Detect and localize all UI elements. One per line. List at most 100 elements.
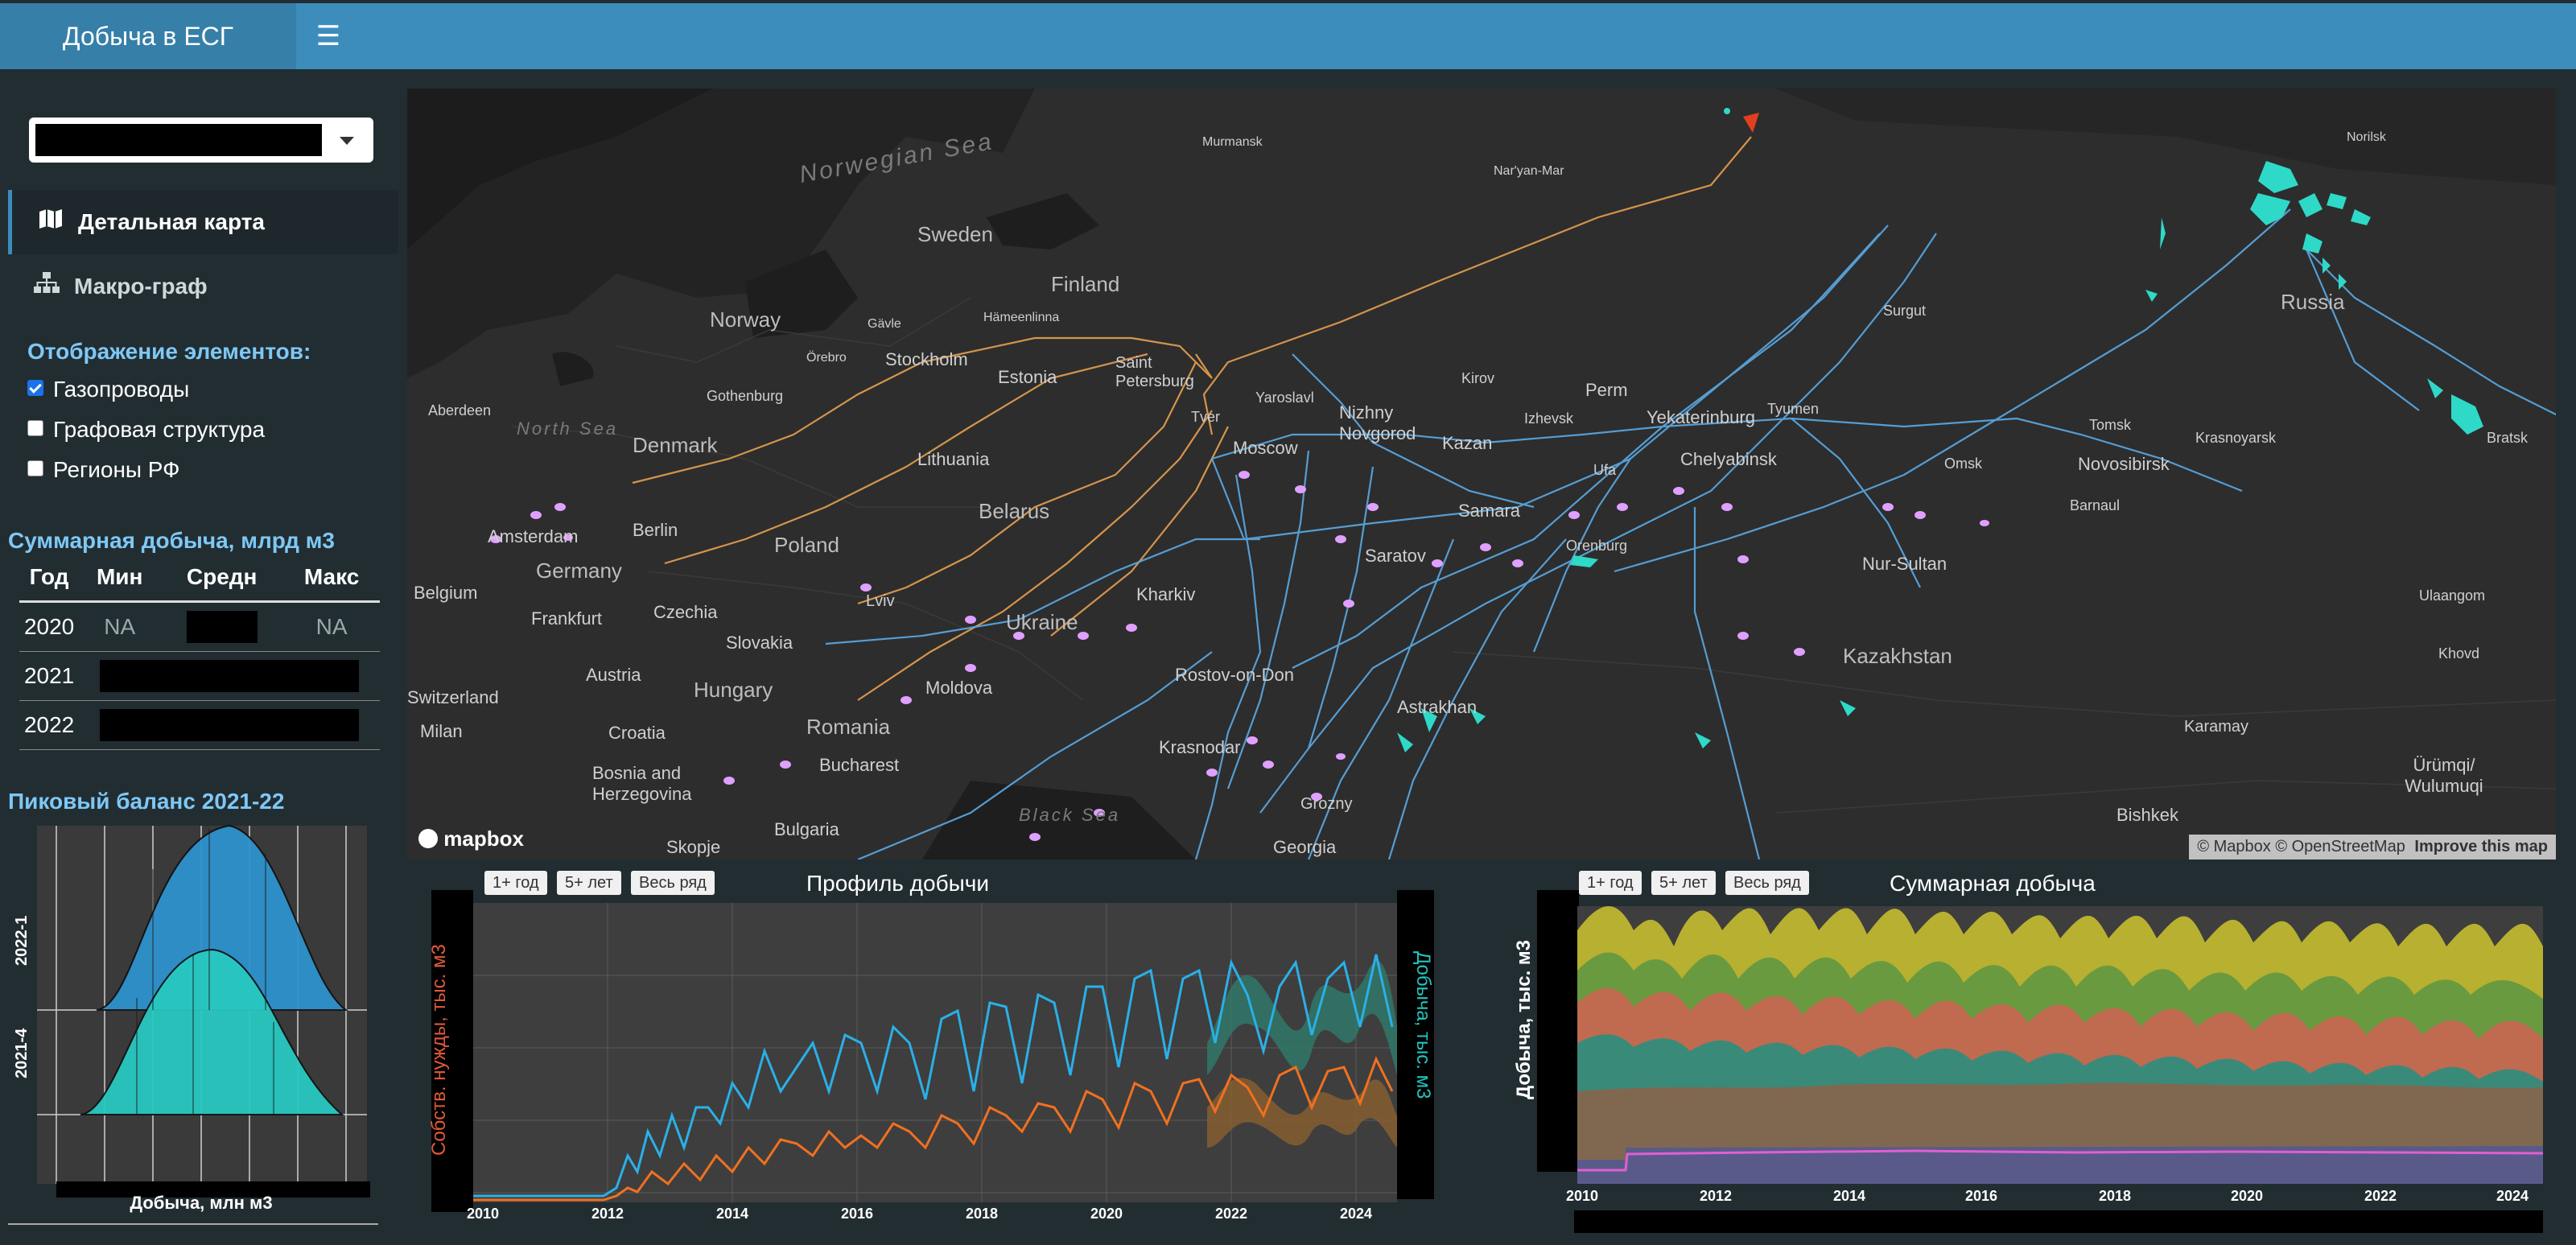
checkbox-checked[interactable] [27,380,43,396]
map-label-city: Tomsk [2089,417,2132,433]
column-header: Мин [79,554,161,603]
sidebar-toggle-icon[interactable]: ☰ [312,3,344,69]
map-label-country: Belarus [979,499,1050,523]
map-label-city: Krasnodar [1159,737,1241,757]
map-label-city: Surgut [1883,303,1927,319]
menu-item-detailed-map[interactable]: Детальная карта [8,190,398,254]
peak-balance-heading: Пиковый баланс 2021-22 [8,789,285,814]
field-select[interactable] [29,117,373,163]
map-label-city: Hämeenlinna [983,311,1060,324]
map-label-city: Rostov-on-Don [1175,665,1294,685]
map-label-city: Murmansk [1202,135,1263,149]
x-tick: 2010 [1566,1188,1599,1204]
map-label-country: Croatia [608,723,666,743]
x-tick: 2016 [841,1206,874,1222]
divider [8,1223,378,1225]
year-cell: 2021 [19,651,80,701]
map-label-city: Gävle [868,317,901,331]
checkbox-graph-structure[interactable]: Графовая структура [27,414,365,446]
map-icon [35,190,67,254]
density-label-2021-4: 2021-4 [13,1028,31,1078]
app-frame: Добыча в ЕСГ ☰ Детальная карта Макро-гра… [0,0,2576,1245]
map-label-city: Kazan [1442,433,1493,453]
map-label-city: Yekaterinburg [1647,407,1755,427]
map-label-city: Ürümqi/ Wulumuqi [2405,755,2483,796]
map-label-city: Perm [1585,380,1628,400]
density-label-2022-1: 2022-1 [13,915,31,966]
map-label-city: Örebro [806,351,847,365]
map-label-city: Krasnoyarsk [2195,430,2277,446]
map-label-city: Lviv [866,592,895,610]
map-label-city: Novosibirsk [2078,454,2170,474]
map-label-city: Stockholm [885,349,968,369]
map-label-city: Yaroslavl [1255,390,1314,406]
x-tick: 2010 [467,1206,500,1222]
map-label-country: Kazakhstan [1843,644,1952,668]
map-label-city: Frankfurt [531,608,603,629]
map-label-city: Barnaul [2070,497,2121,513]
map-label-city: Izhevsk [1524,410,1574,427]
mean-cell [160,601,284,652]
map-label-country: Georgia [1273,837,1337,857]
checkbox-unchecked[interactable] [27,460,43,476]
year-cell: 2020 [19,601,80,652]
total-production-chart: 1+ год 5+ лет Весь ряд Суммарная добыча … [1513,866,2559,1236]
map-label-country: Czechia [653,602,718,622]
checkbox-unchecked[interactable] [27,420,43,436]
total-chart-svg[interactable] [1513,866,2559,1236]
map-label-city: Bishkek [2116,805,2179,825]
chevron-down-icon[interactable] [340,137,354,145]
map-label-country: Denmark [633,433,718,457]
display-elements-heading: Отображение элементов: [27,339,311,364]
column-header: Средн [160,554,284,603]
map-label-country: Bulgaria [774,819,839,839]
mapbox-logo[interactable]: mapbox [418,827,524,851]
attribution-text[interactable]: © Mapbox © OpenStreetMap [2197,838,2405,855]
menu-item-macro-graph[interactable]: Макро-граф [8,254,394,319]
redacted-value [186,611,258,643]
map-label-country: Belgium [414,583,478,603]
redacted-cells [79,651,380,701]
checkbox-pipelines[interactable]: Газопроводы [27,373,365,406]
improve-map-link[interactable]: Improve this map [2414,838,2548,855]
redacted-select-value [35,124,322,156]
map-label-city: Omsk [1944,456,1982,472]
pipeline-map[interactable]: Norwegian Sea North Sea Black Sea Sweden… [407,89,2556,860]
map-label-city: Kirov [1461,370,1495,386]
profile-chart-svg[interactable] [427,866,1440,1236]
map-label-country: Lithuania [917,449,990,469]
map-label-country: Finland [1051,272,1120,296]
summary-heading: Суммарная добыча, млрд м3 [8,528,335,553]
menu-item-label: Детальная карта [78,209,265,234]
redacted-legend [1574,1210,2543,1233]
map-label-city: Samara [1458,501,1521,521]
map-label-city: Khovd [2438,645,2480,662]
header-bar: Добыча в ЕСГ ☰ [0,3,2576,69]
checkbox-label: Газопроводы [53,377,190,402]
map-label-country: Austria [586,665,641,685]
x-tick: 2016 [1965,1188,1998,1204]
x-tick: 2020 [2231,1188,2264,1204]
x-tick: 2022 [1215,1206,1248,1222]
map-label-city: Tver [1191,409,1220,425]
map-label-city: Kharkiv [1136,584,1196,604]
map-label-city: Norilsk [2347,130,2386,144]
map-label-country: Estonia [998,367,1057,387]
map-label-city: Milan [420,721,463,741]
map-label-country: Bosnia and Herzegovina [592,763,692,804]
map-label-city: Tyumen [1767,401,1820,417]
x-tick: 2024 [1340,1206,1373,1222]
map-label-sea: Black Sea [1019,805,1121,825]
checkbox-regions[interactable]: Регионы РФ [27,454,365,486]
density-x-label: Добыча, млн м3 [130,1193,273,1213]
map-label-country: Sweden [917,222,993,246]
y-axis-label: Добыча, тыс. м3 [1513,939,1535,1099]
map-label-city: Saratov [1365,546,1426,566]
app-title: Добыча в ЕСГ [0,3,296,69]
map-label-city: Aberdeen [428,402,492,418]
map-label-city: Chelyabinsk [1680,449,1777,469]
sitemap-icon [31,254,63,319]
mapbox-icon [418,829,438,849]
profile-chart: 1+ год 5+ лет Весь ряд Профиль добычи Со… [427,866,1440,1236]
year-cell: 2022 [19,700,80,750]
